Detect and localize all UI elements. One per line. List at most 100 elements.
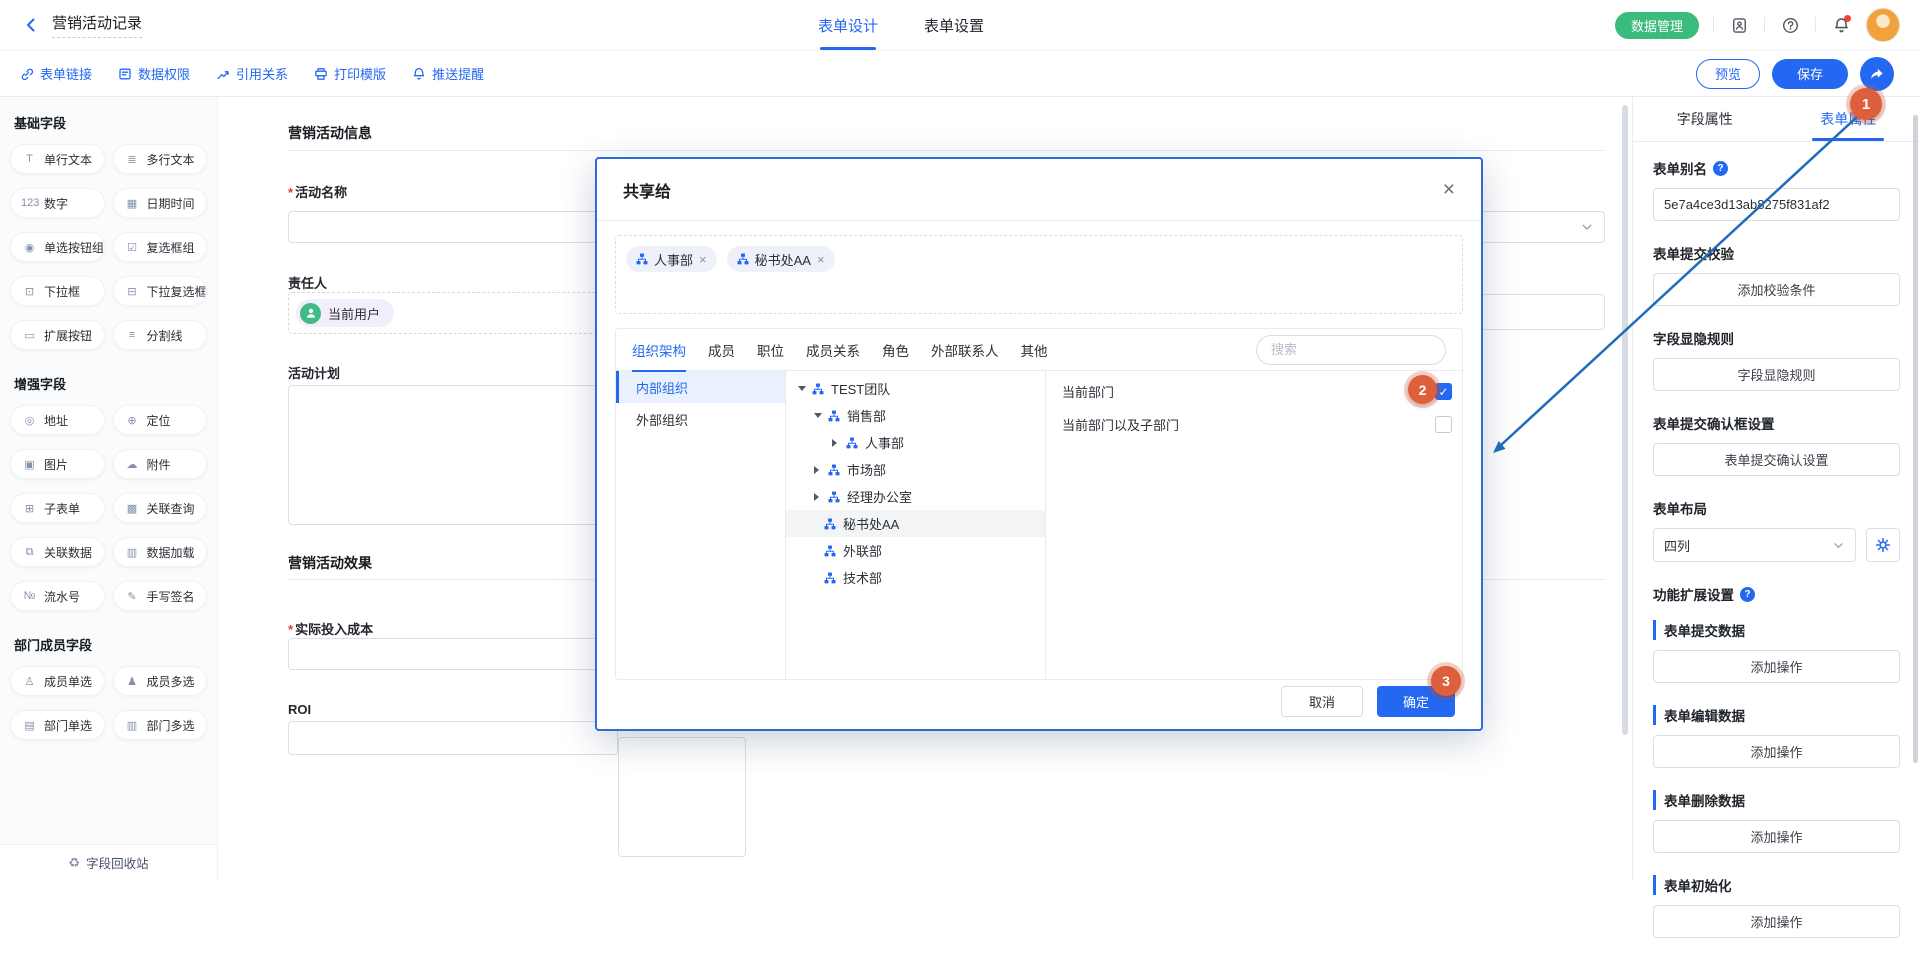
field-type-button[interactable]: ⧉关联数据 [10,537,105,567]
tab-others[interactable]: 其他 [1021,329,1048,371]
expand-open-icon[interactable] [814,413,828,418]
expand-closed-icon[interactable] [832,439,846,447]
tab-form-properties[interactable]: 表单属性 [1777,97,1920,141]
field-type-button[interactable]: №流水号 [10,581,105,611]
org-category-external[interactable]: 外部组织 [616,403,785,435]
tab-org-structure[interactable]: 组织架构 [632,329,686,371]
field-type-button[interactable]: ☁附件 [113,449,208,479]
field-type-button[interactable]: ▭扩展按钮 [10,320,105,350]
field-type-button[interactable]: T单行文本 [10,144,105,174]
add-action-button[interactable]: 添加操作 [1653,820,1900,853]
share-button[interactable] [1860,57,1894,91]
plan-textarea[interactable] [288,385,618,525]
data-permission-button[interactable]: 数据权限 [118,64,190,83]
help-icon[interactable] [1779,14,1801,36]
selected-chip[interactable]: 人事部× [626,246,717,272]
layout-gear-button[interactable] [1866,528,1900,562]
field-type-button[interactable]: ▥数据加载 [113,537,208,567]
tab-form-settings[interactable]: 表单设置 [924,0,984,50]
field-type-button[interactable]: ▤部门单选 [10,710,105,740]
selected-targets-box[interactable]: 人事部× 秘书处AA× [615,235,1463,314]
contacts-icon[interactable] [1728,14,1750,36]
add-action-button[interactable]: 添加操作 [1653,735,1900,768]
expand-closed-icon[interactable] [814,493,828,501]
close-icon[interactable]: × [1443,179,1455,200]
data-manage-button[interactable]: 数据管理 [1615,12,1699,39]
back-button[interactable] [20,14,42,36]
tab-roles[interactable]: 角色 [882,329,909,371]
search-box[interactable] [1256,335,1446,365]
tree-node-manager-office[interactable]: 经理办公室 [786,483,1045,510]
field-type-button[interactable]: ⊞子表单 [10,493,105,523]
add-action-button[interactable]: 添加操作 [1653,905,1900,938]
search-input[interactable] [1271,342,1447,357]
field-type-button[interactable]: ≡分割线 [113,320,208,350]
expand-closed-icon[interactable] [814,466,828,474]
properties-scrollbar[interactable] [1913,115,1918,763]
checkbox-checked[interactable]: ✓ [1435,383,1452,400]
field-type-button[interactable]: ▩关联查询 [113,493,208,523]
push-reminder-button[interactable]: 推送提醒 [412,64,484,83]
cancel-button[interactable]: 取消 [1281,686,1363,717]
reference-relation-button[interactable]: 引用关系 [216,64,288,83]
option-current-department[interactable]: 当前部门 ✓ [1046,375,1462,408]
field-type-button[interactable]: ▦日期时间 [113,188,208,218]
field-type-button[interactable]: ▥部门多选 [113,710,208,740]
field-type-button[interactable]: ≣多行文本 [113,144,208,174]
field-type-button[interactable]: ⊕定位 [113,405,208,435]
visibility-rules-button[interactable]: 字段显隐规则 [1653,358,1900,391]
tree-node-sales[interactable]: 销售部 [786,402,1045,429]
cost-input[interactable] [288,638,618,670]
tree-node-test-team[interactable]: TEST团队 [786,375,1045,402]
field-type-button[interactable]: ☑复选框组 [113,232,208,262]
tab-form-design[interactable]: 表单设计 [818,0,878,50]
field-type-button[interactable]: ◉单选按钮组 [10,232,105,262]
owner-field[interactable]: 当前用户 [288,292,618,334]
field-type-button[interactable]: ⊟下拉复选框 [113,276,208,306]
org-category-internal[interactable]: 内部组织 [616,371,785,403]
avatar[interactable] [1866,8,1900,42]
tab-field-properties[interactable]: 字段属性 [1633,97,1777,141]
tree-node-tech[interactable]: 技术部 [786,564,1045,591]
field-type-button[interactable]: ▣图片 [10,449,105,479]
tree-node-hr[interactable]: 人事部 [786,429,1045,456]
preview-button[interactable]: 预览 [1696,59,1760,89]
field-type-button[interactable]: ⊡下拉框 [10,276,105,306]
field-type-button[interactable]: ✎手写签名 [113,581,208,611]
field-type-button[interactable]: ♟成员多选 [113,666,208,696]
ext-delete-label: 表单删除数据 [1653,790,1900,810]
add-validation-button[interactable]: 添加校验条件 [1653,273,1900,306]
form-alias-input[interactable] [1653,188,1900,221]
help-circle-icon[interactable]: ? [1740,587,1755,602]
remove-chip-icon[interactable]: × [699,252,707,267]
tree-node-secretary[interactable]: 秘书处AA [786,510,1045,537]
field-recycle-bin[interactable]: ♻字段回收站 [0,844,217,880]
roi-input[interactable] [288,721,618,755]
field-type-button[interactable]: ♙成员单选 [10,666,105,696]
field-type-button[interactable]: ◎地址 [10,405,105,435]
expand-open-icon[interactable] [798,386,812,391]
checkbox-unchecked[interactable] [1435,416,1452,433]
selected-chip[interactable]: 秘书处AA× [727,246,835,272]
save-button[interactable]: 保存 [1772,59,1848,89]
current-user-chip[interactable]: 当前用户 [296,299,394,327]
tree-node-marketing[interactable]: 市场部 [786,456,1045,483]
tab-member-relations[interactable]: 成员关系 [806,329,860,371]
notification-bell-icon[interactable] [1830,14,1852,36]
layout-select[interactable]: 四列 [1653,528,1856,562]
field-type-button[interactable]: 123数字 [10,188,105,218]
tab-external-contacts[interactable]: 外部联系人 [931,329,999,371]
tree-node-liaison[interactable]: 外联部 [786,537,1045,564]
tab-positions[interactable]: 职位 [757,329,784,371]
section-title-member-fields: 部门成员字段 [14,635,217,654]
tab-members[interactable]: 成员 [708,329,735,371]
option-current-and-sub-departments[interactable]: 当前部门以及子部门 [1046,408,1462,441]
partially-hidden-textarea[interactable] [618,737,746,857]
submit-confirm-button[interactable]: 表单提交确认设置 [1653,443,1900,476]
add-action-button[interactable]: 添加操作 [1653,650,1900,683]
print-template-button[interactable]: 打印模版 [314,64,386,83]
remove-chip-icon[interactable]: × [817,252,825,267]
canvas-scrollbar[interactable] [1622,105,1628,735]
form-link-button[interactable]: 表单链接 [20,64,92,83]
help-circle-icon[interactable]: ? [1713,161,1728,176]
